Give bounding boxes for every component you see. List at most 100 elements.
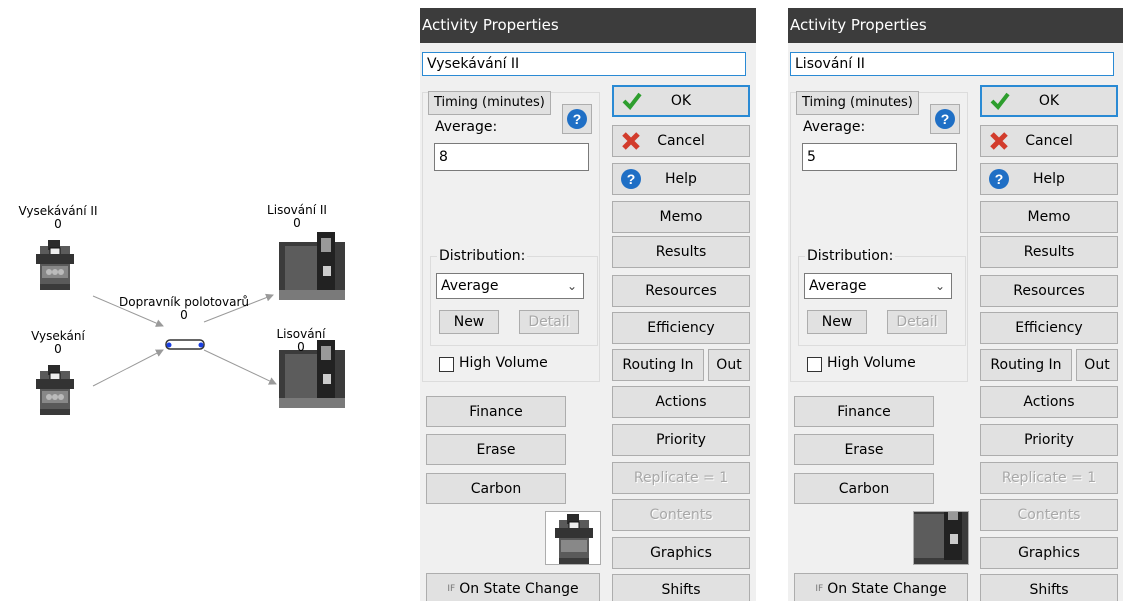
press-machine-icon: [914, 512, 968, 564]
replicate-button[interactable]: Replicate = 1: [980, 462, 1118, 494]
high-volume-checkbox[interactable]: [807, 357, 822, 372]
distribution-label: Distribution:: [437, 248, 528, 264]
conveyor-icon: [165, 339, 205, 350]
help-label: Help: [1033, 171, 1065, 187]
checkmark-icon: [990, 92, 1010, 111]
shifts-button[interactable]: Shifts: [612, 574, 750, 601]
actions-button[interactable]: Actions: [980, 386, 1118, 418]
cancel-button[interactable]: Cancel: [980, 125, 1118, 157]
erase-button[interactable]: Erase: [794, 434, 934, 465]
timing-help-button[interactable]: ?: [930, 104, 960, 134]
graphics-button[interactable]: Graphics: [612, 537, 750, 569]
finance-button[interactable]: Finance: [794, 396, 934, 427]
node-count: 0: [293, 216, 301, 230]
help-icon: ?: [989, 169, 1009, 189]
distribution-select[interactable]: Average ⌄: [436, 273, 584, 299]
help-icon: ?: [935, 109, 955, 129]
memo-button[interactable]: Memo: [612, 201, 750, 233]
resources-button[interactable]: Resources: [980, 275, 1118, 307]
graphic-thumbnail[interactable]: [545, 511, 601, 565]
svg-text:?: ?: [627, 171, 636, 187]
routing-in-button[interactable]: Routing In: [612, 349, 704, 381]
node-label: Lisování II 0: [267, 204, 327, 230]
timing-button[interactable]: Timing (minutes): [428, 91, 551, 115]
activity-name-input[interactable]: [790, 52, 1114, 76]
high-volume-label: High Volume: [827, 355, 916, 371]
routing-out-button[interactable]: Out: [1076, 349, 1118, 381]
cancel-label: Cancel: [657, 133, 705, 149]
activity-properties-dialog: Activity Properties Timing (minutes) ? A…: [420, 8, 756, 601]
priority-button[interactable]: Priority: [980, 424, 1118, 456]
node-count: 0: [180, 308, 188, 322]
shifts-button[interactable]: Shifts: [980, 574, 1118, 601]
routing-in-button[interactable]: Routing In: [980, 349, 1072, 381]
contents-button[interactable]: Contents: [980, 499, 1118, 531]
graphic-thumbnail[interactable]: [913, 511, 969, 565]
new-distribution-button[interactable]: New: [807, 310, 867, 334]
help-label: Help: [665, 171, 697, 187]
dialog-title: Activity Properties: [420, 8, 756, 43]
svg-text:?: ?: [941, 111, 950, 127]
ok-button[interactable]: OK: [612, 85, 750, 117]
chevron-down-icon: ⌄: [566, 279, 577, 293]
svg-text:?: ?: [573, 111, 582, 127]
on-state-change-button[interactable]: IF On State Change: [794, 573, 968, 601]
average-input[interactable]: [434, 143, 589, 171]
node-label: Dopravník polotovarů 0: [119, 296, 249, 322]
timing-button[interactable]: Timing (minutes): [796, 91, 919, 115]
node-count: 0: [297, 340, 305, 354]
checkmark-icon: [622, 92, 642, 111]
distribution-label: Distribution:: [805, 248, 896, 264]
detail-button[interactable]: Detail: [887, 310, 947, 334]
node-label: Vysekání 0: [31, 330, 85, 356]
priority-button[interactable]: Priority: [612, 424, 750, 456]
help-button[interactable]: ? Help: [980, 163, 1118, 195]
chevron-down-icon: ⌄: [934, 279, 945, 293]
distribution-select[interactable]: Average ⌄: [804, 273, 952, 299]
ok-label: OK: [670, 93, 692, 109]
results-button[interactable]: Results: [980, 236, 1118, 268]
high-volume-checkbox[interactable]: [439, 357, 454, 372]
timing-help-button[interactable]: ?: [562, 104, 592, 134]
efficiency-button[interactable]: Efficiency: [980, 312, 1118, 344]
erase-button[interactable]: Erase: [426, 434, 566, 465]
node-count: 0: [54, 217, 62, 231]
new-distribution-button[interactable]: New: [439, 310, 499, 334]
cancel-button[interactable]: Cancel: [612, 125, 750, 157]
on-state-change-label: On State Change: [459, 581, 579, 597]
graphics-button[interactable]: Graphics: [980, 537, 1118, 569]
memo-button[interactable]: Memo: [980, 201, 1118, 233]
node-label: Lisování 0: [276, 328, 325, 354]
carbon-button[interactable]: Carbon: [794, 473, 934, 504]
replicate-button[interactable]: Replicate = 1: [612, 462, 750, 494]
punch-machine-icon: [35, 239, 75, 291]
svg-text:?: ?: [995, 171, 1004, 187]
node-count: 0: [54, 342, 62, 356]
average-label: Average:: [435, 119, 498, 135]
results-button[interactable]: Results: [612, 236, 750, 268]
average-input[interactable]: [802, 143, 957, 171]
routing-out-button[interactable]: Out: [708, 349, 750, 381]
if-badge: IF: [447, 584, 456, 594]
cancel-x-icon: [622, 132, 640, 150]
ok-label: OK: [1038, 93, 1060, 109]
actions-button[interactable]: Actions: [612, 386, 750, 418]
on-state-change-label: On State Change: [827, 581, 947, 597]
punch-machine-icon: [555, 514, 593, 564]
help-icon: ?: [621, 169, 641, 189]
contents-button[interactable]: Contents: [612, 499, 750, 531]
on-state-change-button[interactable]: IF On State Change: [426, 573, 600, 601]
average-label: Average:: [803, 119, 866, 135]
ok-button[interactable]: OK: [980, 85, 1118, 117]
detail-button[interactable]: Detail: [519, 310, 579, 334]
carbon-button[interactable]: Carbon: [426, 473, 566, 504]
resources-button[interactable]: Resources: [612, 275, 750, 307]
distribution-value: Average: [809, 278, 867, 294]
efficiency-button[interactable]: Efficiency: [612, 312, 750, 344]
help-button[interactable]: ? Help: [612, 163, 750, 195]
high-volume-label: High Volume: [459, 355, 548, 371]
activity-name-input[interactable]: [422, 52, 746, 76]
if-badge: IF: [815, 584, 824, 594]
finance-button[interactable]: Finance: [426, 396, 566, 427]
process-diagram: Vysekávání II 0 Lisování II 0 Dopravník …: [0, 0, 400, 601]
